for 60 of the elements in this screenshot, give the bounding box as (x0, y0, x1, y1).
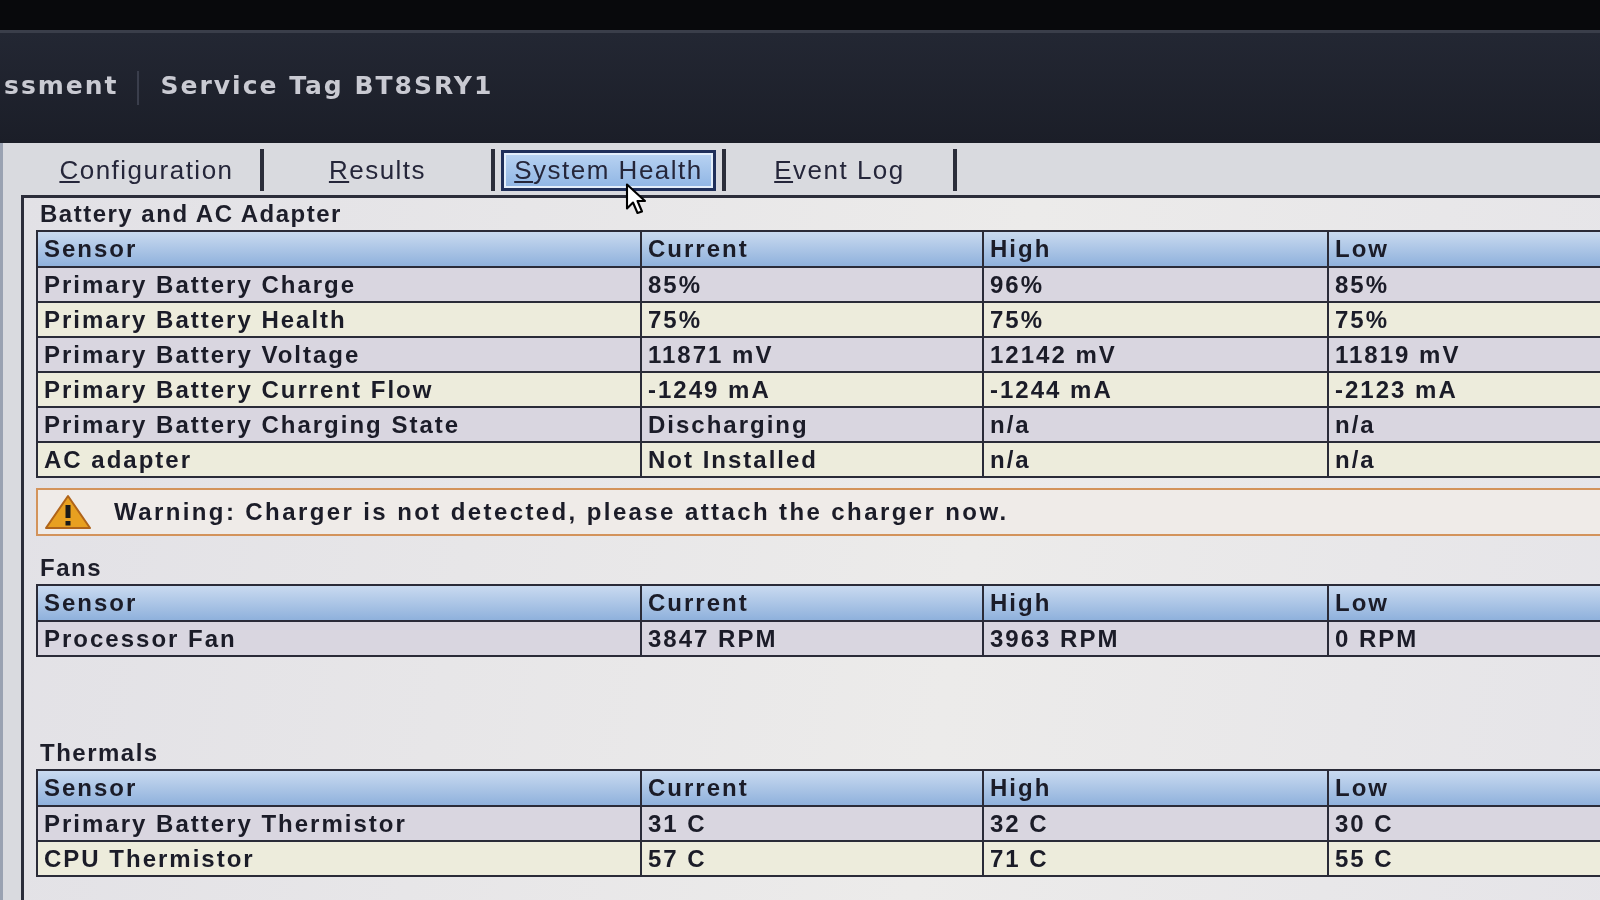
table-cell: 11871 mV (642, 338, 984, 373)
table-cell: 96% (984, 268, 1329, 303)
table-cell: Primary Battery Thermistor (38, 807, 642, 842)
table-cell: CPU Thermistor (38, 842, 642, 877)
table-cell: Discharging (642, 408, 984, 443)
table-cell: 55 C (1329, 842, 1600, 877)
app-title: ssment (3, 71, 119, 100)
table-cell: Processor Fan (38, 622, 642, 657)
table-cell: 32 C (984, 807, 1329, 842)
table-cell: 3847 RPM (642, 622, 984, 657)
table-cell: 11819 mV (1329, 338, 1600, 373)
column-header: High (984, 586, 1329, 622)
service-tag: Service Tag BT8SRY1 (156, 71, 494, 100)
table-cell: 75% (642, 303, 984, 338)
table-cell: Primary Battery Voltage (38, 338, 642, 373)
tab[interactable]: Configuration (47, 150, 246, 190)
table-cell: n/a (984, 443, 1329, 478)
table-cell: 12142 mV (984, 338, 1329, 373)
column-header: Low (1329, 586, 1600, 622)
table-cell: 3963 RPM (984, 622, 1329, 657)
warning-icon (44, 494, 92, 530)
column-header: High (984, 771, 1329, 807)
warning-text: Warning: Charger is not detected, please attach the charger now. (114, 498, 1009, 526)
tab[interactable]: System Health (501, 149, 716, 191)
table-cell: 0 RPM (1329, 622, 1600, 657)
table-cell: n/a (1329, 443, 1600, 478)
table-cell: Primary Battery Charge (38, 268, 642, 303)
section-title: Battery and AC Adapter (39, 199, 342, 229)
table-cell: -2123 mA (1329, 373, 1600, 408)
column-header: Sensor (38, 586, 642, 622)
table-cell: Primary Battery Health (38, 303, 642, 338)
table-cell: -1244 mA (984, 373, 1329, 408)
table-cell: n/a (984, 408, 1329, 443)
column-header: Sensor (38, 232, 642, 268)
table-cell: Not Installed (642, 443, 984, 478)
column-header: Current (642, 232, 984, 268)
tab[interactable]: Results (316, 150, 439, 190)
table-cell: AC adapter (38, 443, 642, 478)
table-cell: 71 C (984, 842, 1329, 877)
tab[interactable]: Event Log (762, 150, 917, 190)
column-header: High (984, 232, 1329, 268)
column-header: Current (642, 771, 984, 807)
table-cell: 85% (642, 268, 984, 303)
section-title: Thermals (39, 738, 159, 768)
table-cell: Primary Battery Current Flow (38, 373, 642, 408)
table-cell: n/a (1329, 408, 1600, 443)
column-header: Current (642, 586, 984, 622)
section-title: Fans (39, 553, 102, 583)
table-cell: 57 C (642, 842, 984, 877)
mouse-pointer-icon (625, 183, 647, 216)
column-header: Sensor (38, 771, 642, 807)
table-cell: Primary Battery Charging State (38, 408, 642, 443)
table-cell: 75% (984, 303, 1329, 338)
table-cell: 30 C (1329, 807, 1600, 842)
table-cell: 75% (1329, 303, 1600, 338)
table-cell: -1249 mA (642, 373, 984, 408)
table-cell: 31 C (642, 807, 984, 842)
column-header: Low (1329, 232, 1600, 268)
table-cell: 85% (1329, 268, 1600, 303)
column-header: Low (1329, 771, 1600, 807)
